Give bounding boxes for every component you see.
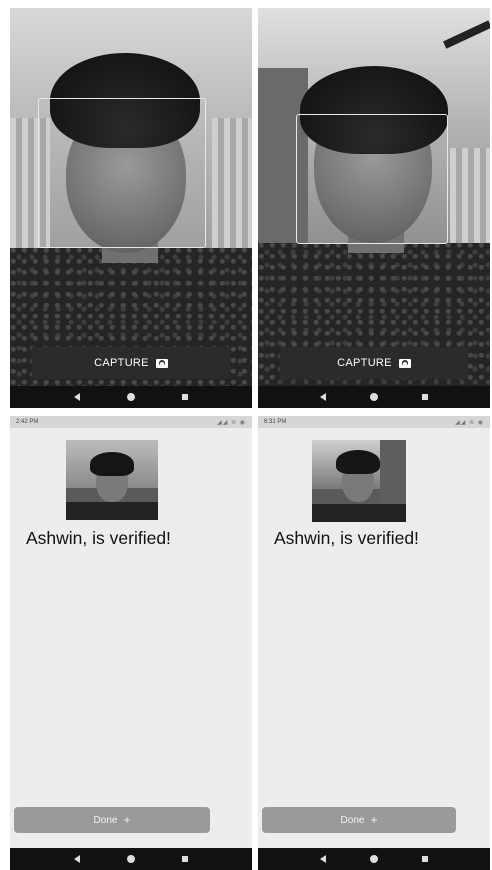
camera-icon	[155, 358, 168, 368]
photo-hair	[90, 452, 134, 476]
status-icons: ◢◢ ≋ ◉	[217, 419, 246, 426]
back-icon[interactable]	[320, 855, 326, 863]
recent-apps-icon[interactable]	[422, 394, 428, 400]
photo-shirt	[66, 502, 158, 520]
photo-hair	[336, 450, 380, 474]
back-icon[interactable]	[73, 393, 80, 401]
status-time: 6:31 PM	[264, 419, 287, 425]
verification-message: Ashwin, is verified!	[274, 528, 419, 548]
navigation-bar	[10, 386, 252, 408]
shirt	[10, 248, 252, 408]
face-detection-box	[38, 98, 206, 248]
plus-icon: +	[370, 813, 378, 827]
status-time: 2:42 PM	[16, 419, 39, 425]
recent-apps-icon[interactable]	[182, 394, 189, 400]
capture-label: CAPTURE	[94, 357, 149, 369]
photo-shirt	[312, 503, 406, 522]
camera-preview-left: CAPTURE	[10, 8, 252, 408]
verification-result-left: 2:42 PM ◢◢ ≋ ◉ Ashwin, is verified! Done…	[10, 416, 252, 870]
navigation-bar	[258, 848, 490, 870]
home-icon[interactable]	[126, 393, 135, 401]
verification-result-right: 6:31 PM ◢◢ ≋ ◉ Ashwin, is verified! Done…	[258, 416, 490, 870]
done-label: Done	[340, 814, 365, 826]
shirt	[258, 243, 490, 408]
home-icon[interactable]	[370, 855, 378, 863]
back-icon[interactable]	[73, 855, 80, 863]
status-icons: ◢◢ ≋ ◉	[455, 419, 484, 426]
navigation-bar	[10, 848, 252, 870]
captured-photo	[312, 440, 406, 522]
home-icon[interactable]	[126, 855, 135, 863]
captured-photo	[66, 440, 158, 520]
capture-button[interactable]: CAPTURE	[280, 347, 468, 379]
done-button[interactable]: Done +	[262, 807, 456, 833]
face-detection-box	[296, 114, 448, 244]
recent-apps-icon[interactable]	[422, 856, 428, 862]
camera-preview-right: CAPTURE	[258, 8, 490, 408]
status-bar: 6:31 PM ◢◢ ≋ ◉	[258, 416, 490, 428]
done-label: Done	[93, 814, 118, 826]
back-icon[interactable]	[320, 393, 326, 401]
done-button[interactable]: Done +	[14, 807, 210, 833]
recent-apps-icon[interactable]	[182, 856, 189, 862]
plus-icon: +	[123, 813, 131, 827]
verification-message: Ashwin, is verified!	[26, 528, 171, 548]
capture-label: CAPTURE	[337, 357, 392, 369]
navigation-bar	[258, 386, 490, 408]
capture-button[interactable]: CAPTURE	[32, 347, 230, 379]
home-icon[interactable]	[370, 393, 378, 401]
status-bar: 2:42 PM ◢◢ ≋ ◉	[10, 416, 252, 428]
camera-icon	[398, 358, 411, 368]
